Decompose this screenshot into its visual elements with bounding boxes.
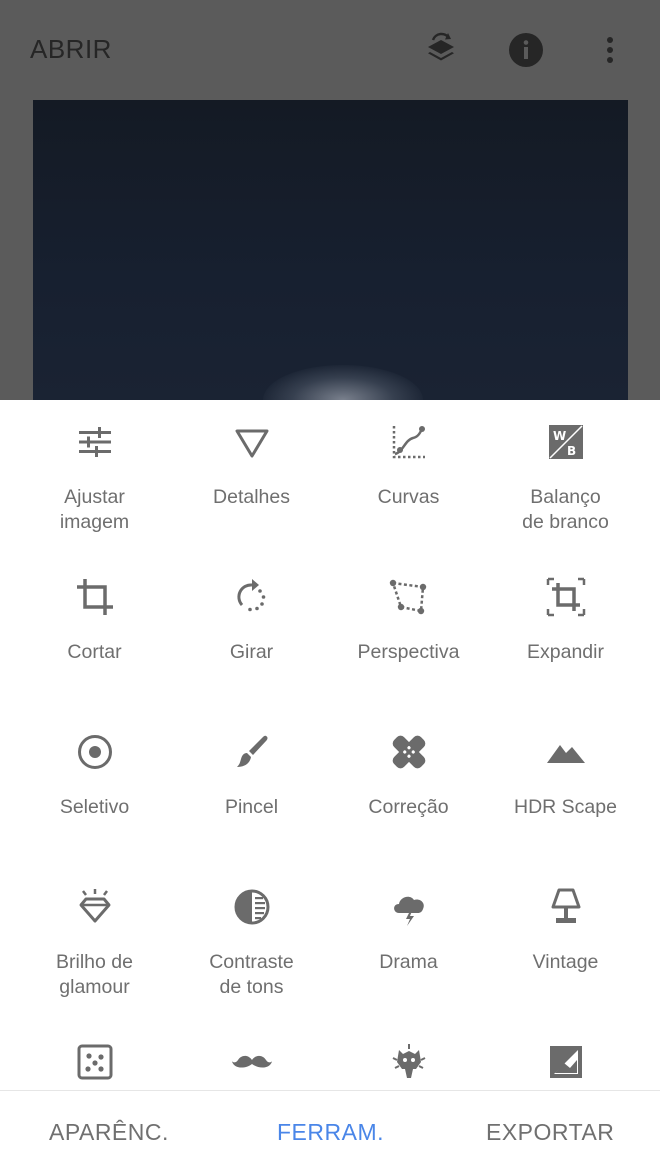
tool-label: Girar xyxy=(229,641,274,663)
tool-label: Cortar xyxy=(67,641,122,663)
tool-label: Curvas xyxy=(377,486,440,508)
tool-cortar[interactable]: Cortar xyxy=(16,555,173,705)
brush-icon xyxy=(232,732,272,772)
tool-seletivo[interactable]: Seletivo xyxy=(16,710,173,860)
nav-export[interactable]: EXPORTAR xyxy=(486,1119,614,1146)
tool-correcao[interactable]: Correção xyxy=(330,710,487,860)
tool-label: Pincel xyxy=(224,796,279,818)
tool-label: HDR Scape xyxy=(514,796,617,818)
tool-expandir[interactable]: Expandir xyxy=(487,555,644,705)
hdr-mountains-icon xyxy=(546,732,586,772)
tool-label: Balanço de branco xyxy=(522,486,609,533)
tool-hdr-scape[interactable]: HDR Scape xyxy=(487,710,644,860)
bottom-nav: APARÊNC. FERRAM. EXPORTAR xyxy=(0,1090,660,1174)
glamour-diamond-icon xyxy=(75,887,115,927)
curves-icon xyxy=(389,422,429,462)
tool-label: Ajustar imagem xyxy=(59,486,130,533)
tools-sheet: Ajustar imagem Detalhes Curvas W B Balan… xyxy=(0,400,660,1090)
healing-icon xyxy=(389,732,429,772)
white-balance-icon: W B xyxy=(546,422,586,462)
tool-label: Detalhes xyxy=(213,486,290,508)
more-vert-icon[interactable] xyxy=(588,28,632,72)
tool-grainy-film[interactable] xyxy=(16,1020,173,1090)
open-button[interactable]: ABRIR xyxy=(30,34,112,65)
tool-label: Perspectiva xyxy=(357,641,460,663)
grunge-icon xyxy=(389,1042,429,1082)
vintage-lamp-icon xyxy=(546,887,586,927)
top-bar: ABRIR xyxy=(0,0,660,100)
tool-ajustar-imagem[interactable]: Ajustar imagem xyxy=(16,400,173,550)
photo-area xyxy=(0,100,660,400)
nav-tools[interactable]: FERRAM. xyxy=(277,1119,384,1146)
selective-icon xyxy=(75,732,115,772)
tool-grunge[interactable] xyxy=(330,1020,487,1090)
svg-text:W: W xyxy=(553,429,566,443)
svg-text:B: B xyxy=(567,444,576,458)
black-white-icon xyxy=(546,1042,586,1082)
rotate-icon xyxy=(232,577,272,617)
tool-label: Brilho de glamour xyxy=(56,951,133,998)
layers-undo-icon[interactable] xyxy=(419,28,463,72)
tool-mustache[interactable] xyxy=(173,1020,330,1090)
tool-curvas[interactable]: Curvas xyxy=(330,400,487,550)
tool-label: Seletivo xyxy=(59,796,130,818)
photo-preview[interactable] xyxy=(33,100,628,400)
tool-label: Correção xyxy=(368,796,449,818)
tool-black-white[interactable] xyxy=(487,1020,644,1090)
tool-contraste-de-tons[interactable]: Contraste de tons xyxy=(173,865,330,1015)
tool-perspectiva[interactable]: Perspectiva xyxy=(330,555,487,705)
perspective-icon xyxy=(389,577,429,617)
tool-label: Contraste de tons xyxy=(209,951,294,998)
nav-looks[interactable]: APARÊNC. xyxy=(49,1119,169,1146)
info-icon[interactable] xyxy=(504,28,548,72)
tool-drama[interactable]: Drama xyxy=(330,865,487,1015)
tune-sliders-icon xyxy=(75,422,115,462)
expand-icon xyxy=(546,577,586,617)
tool-pincel[interactable]: Pincel xyxy=(173,710,330,860)
drama-cloud-icon xyxy=(389,887,429,927)
tool-detalhes[interactable]: Detalhes xyxy=(173,400,330,550)
tool-label: Vintage xyxy=(532,951,599,973)
triangle-details-icon xyxy=(232,422,272,462)
mustache-icon xyxy=(231,1042,272,1082)
cloud-highlight xyxy=(263,365,423,400)
tool-label: Expandir xyxy=(527,641,604,663)
tool-girar[interactable]: Girar xyxy=(173,555,330,705)
tool-balanco-de-branco[interactable]: W B Balanço de branco xyxy=(487,400,644,550)
tonal-contrast-icon xyxy=(232,887,272,927)
tool-label: Drama xyxy=(379,951,438,973)
grainy-film-icon xyxy=(75,1042,115,1082)
tool-vintage[interactable]: Vintage xyxy=(487,865,644,1015)
crop-icon xyxy=(75,577,115,617)
tool-brilho-de-glamour[interactable]: Brilho de glamour xyxy=(16,865,173,1015)
